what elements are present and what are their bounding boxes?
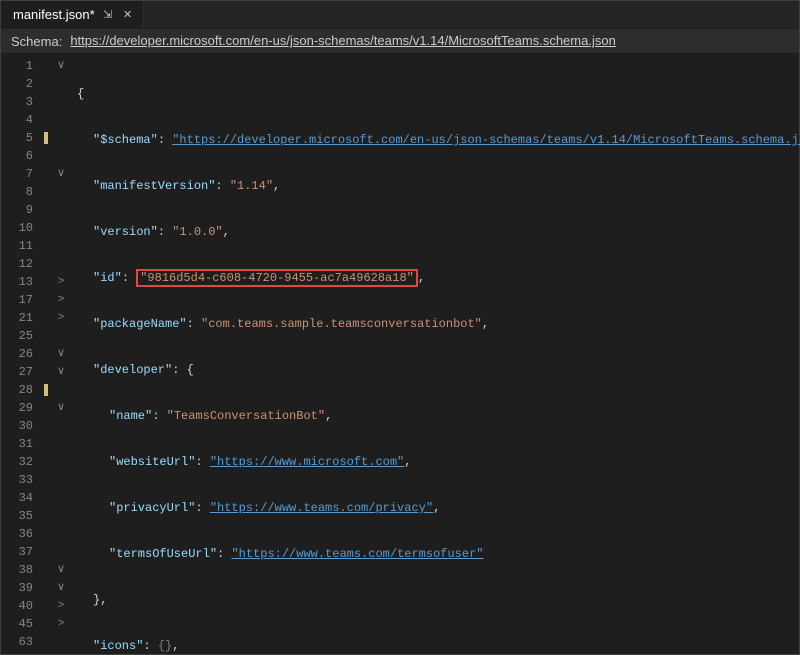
fold-toggle[interactable]: ∨ xyxy=(51,345,71,363)
fold-toggle[interactable]: ∨ xyxy=(51,399,71,417)
fold-toggle[interactable]: ∨ xyxy=(51,165,71,183)
schema-url[interactable]: https://developer.microsoft.com/en-us/js… xyxy=(70,33,616,49)
fold-toggle[interactable]: > xyxy=(51,273,71,291)
line-number-gutter: 123 456 789 101112 131721 252627 282930 … xyxy=(1,53,41,654)
tab-bar: manifest.json* ⇲ ✕ xyxy=(1,1,799,29)
brace-open: { xyxy=(77,87,84,101)
schema-url-value[interactable]: "https://developer.microsoft.com/en-us/j… xyxy=(172,133,800,147)
collapsed-icons[interactable]: {} xyxy=(158,639,172,653)
schema-label: Schema: xyxy=(11,34,62,49)
fold-toggle[interactable]: > xyxy=(51,615,71,633)
change-marker xyxy=(41,381,51,399)
fold-toggle[interactable]: ∨ xyxy=(51,579,71,597)
tab-manifest-json[interactable]: manifest.json* ⇲ ✕ xyxy=(1,1,144,28)
change-marker xyxy=(41,129,51,147)
fold-toggle[interactable]: > xyxy=(51,597,71,615)
close-icon[interactable]: ✕ xyxy=(121,8,135,22)
fold-toggle[interactable]: > xyxy=(51,291,71,309)
highlight-id: "9816d5d4-c608-4720-9455-ac7a49628a18" xyxy=(136,269,418,287)
code-content[interactable]: { "$schema": "https://developer.microsof… xyxy=(71,53,800,654)
schema-bar: Schema: https://developer.microsoft.com/… xyxy=(1,29,799,53)
privacy-url[interactable]: "https://www.teams.com/privacy" xyxy=(210,501,433,515)
fold-toggle[interactable]: ∨ xyxy=(51,57,71,75)
fold-toggle[interactable]: ∨ xyxy=(51,561,71,579)
fold-column: ∨ ∨ > > > ∨ ∨ ∨ ∨ ∨ > > > xyxy=(51,53,71,654)
code-editor[interactable]: 123 456 789 101112 131721 252627 282930 … xyxy=(1,53,799,654)
marker-column xyxy=(41,53,51,654)
tab-title: manifest.json* xyxy=(13,7,95,22)
fold-toggle[interactable]: > xyxy=(51,309,71,327)
fold-toggle[interactable]: ∨ xyxy=(51,363,71,381)
terms-url[interactable]: "https://www.teams.com/termsofuser" xyxy=(231,547,483,561)
pin-icon[interactable]: ⇲ xyxy=(101,8,115,22)
website-url[interactable]: "https://www.microsoft.com" xyxy=(210,455,404,469)
